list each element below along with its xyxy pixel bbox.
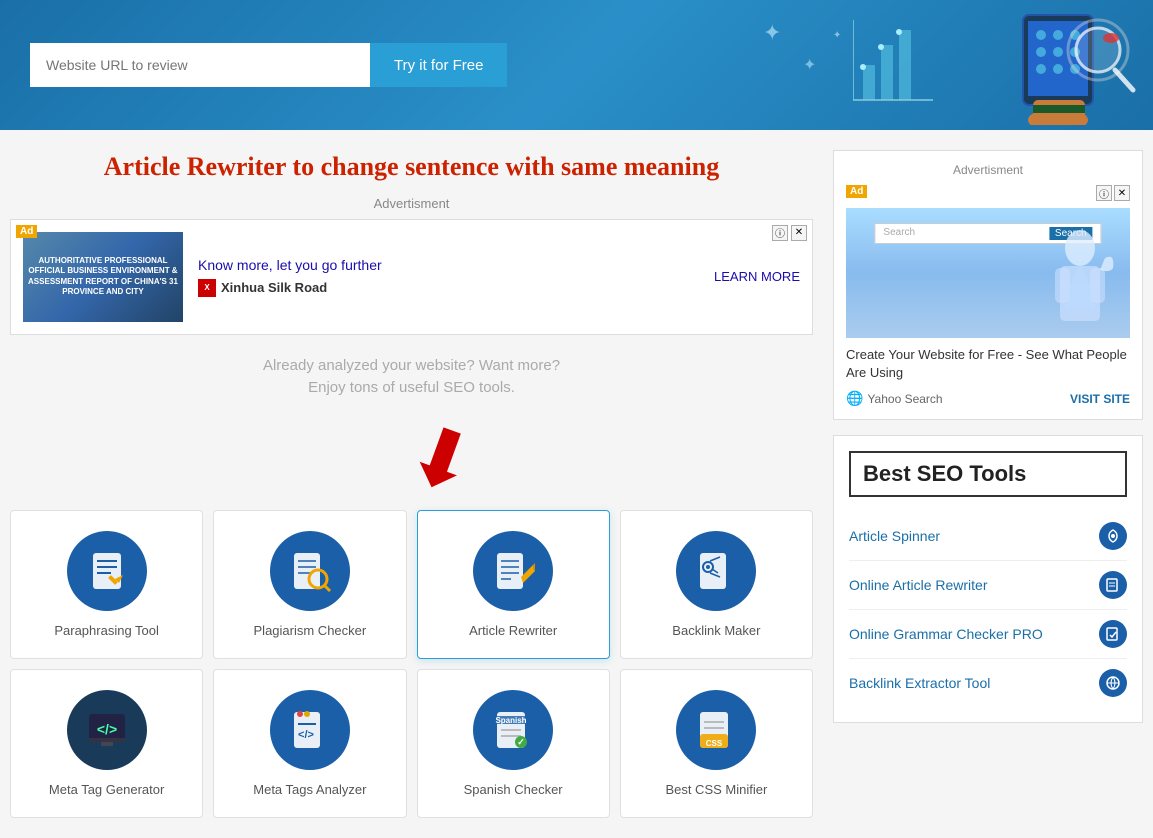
seo-tool-icon-rewriter xyxy=(1099,571,1127,599)
seo-tool-icon-grammar xyxy=(1099,620,1127,648)
tool-card-css[interactable]: CSS Best CSS Minifier xyxy=(620,669,813,818)
header: Try it for Free ✦ ✦ ✦ xyxy=(0,0,1153,130)
header-search-icon xyxy=(1043,10,1143,115)
content-right: Advertisment Ad ⓘ ✕ Search Search xyxy=(833,150,1143,818)
seo-tools-title: Best SEO Tools xyxy=(849,451,1127,497)
try-free-button[interactable]: Try it for Free xyxy=(370,43,507,87)
sidebar-ad-image: Search Search xyxy=(846,208,1130,338)
tool-card-backlink[interactable]: Backlink Maker xyxy=(620,510,813,659)
sidebar-ad-close-btn[interactable]: ✕ xyxy=(1114,185,1130,201)
sidebar-ad-footer: 🌐 Yahoo Search VISIT SITE xyxy=(846,390,1130,407)
tool-icon-spanish: Spanish ✓ xyxy=(473,690,553,770)
arrow-container: ⬇ xyxy=(10,420,813,500)
sidebar-ad: Advertisment Ad ⓘ ✕ Search Search xyxy=(833,150,1143,420)
red-arrow-icon: ⬇ xyxy=(396,411,486,509)
tool-card-paraphrasing[interactable]: Paraphrasing Tool xyxy=(10,510,203,659)
header-chart-icon xyxy=(853,5,1053,125)
seo-tool-link-rewriter[interactable]: Online Article Rewriter xyxy=(849,577,988,593)
tool-backlink-label: Backlink Maker xyxy=(672,623,760,638)
tools-grid: Paraphrasing Tool Plagiarism Checker xyxy=(10,510,813,818)
tool-rewriter-label: Article Rewriter xyxy=(469,623,557,638)
svg-text:CSS: CSS xyxy=(706,739,723,748)
sidebar-ad-caption: Create Your Website for Free - See What … xyxy=(846,346,1130,382)
tool-card-rewriter[interactable]: Article Rewriter xyxy=(417,510,610,659)
svg-text:Spanish: Spanish xyxy=(496,716,527,725)
sidebar-ad-source: 🌐 Yahoo Search xyxy=(846,390,943,407)
seo-tool-item-spinner[interactable]: Article Spinner xyxy=(849,512,1127,561)
tool-icon-paraphrase xyxy=(67,531,147,611)
sparkle-icon-2: ✦ xyxy=(803,55,816,75)
tool-card-plagiarism[interactable]: Plagiarism Checker xyxy=(213,510,406,659)
tool-css-label: Best CSS Minifier xyxy=(665,782,767,797)
tool-card-spanish[interactable]: Spanish ✓ Spanish Checker xyxy=(417,669,610,818)
tool-icon-backlink xyxy=(676,531,756,611)
tool-card-metatags[interactable]: </> Meta Tags Analyzer xyxy=(213,669,406,818)
ad-image: AUTHORITATIVE PROFESSIONAL OFFICIAL BUSI… xyxy=(23,232,183,322)
ad-label: Advertisment xyxy=(10,196,813,211)
header-search-area: Try it for Free xyxy=(30,43,507,87)
seo-tool-item-grammar[interactable]: Online Grammar Checker PRO xyxy=(849,610,1127,659)
ad-controls: ⓘ ✕ xyxy=(772,225,807,241)
sidebar-ad-info-btn[interactable]: ⓘ xyxy=(1096,185,1112,201)
tool-icon-metatags: </> xyxy=(270,690,350,770)
ad-image-text: AUTHORITATIVE PROFESSIONAL OFFICIAL BUSI… xyxy=(28,256,178,298)
sidebar-ad-label: Advertisment xyxy=(846,163,1130,177)
ad-banner[interactable]: Ad AUTHORITATIVE PROFESSIONAL OFFICIAL B… xyxy=(10,219,813,335)
seo-tool-link-spinner[interactable]: Article Spinner xyxy=(849,528,940,544)
sidebar-ad-source-name: Yahoo Search xyxy=(867,392,942,406)
tool-paraphrasing-label: Paraphrasing Tool xyxy=(54,623,159,638)
promo-text: Already analyzed your website? Want more… xyxy=(10,355,813,400)
header-decoration: ✦ ✦ ✦ xyxy=(703,0,1153,130)
svg-text:</>: </> xyxy=(298,729,314,741)
svg-text:</>: </> xyxy=(97,721,117,737)
sparkle-icon-3: ✦ xyxy=(833,30,841,41)
svg-text:✓: ✓ xyxy=(517,737,525,747)
ad-company-name: Xinhua Silk Road xyxy=(221,280,327,295)
sparkle-icon: ✦ xyxy=(763,20,781,46)
ad-badge: Ad xyxy=(16,225,37,238)
ad-content: Know more, let you go further X Xinhua S… xyxy=(198,257,699,297)
header-hand-icon xyxy=(1003,5,1123,130)
ad-company: X Xinhua Silk Road xyxy=(198,279,699,297)
sidebar-ad-badge: Ad xyxy=(846,185,867,198)
sidebar-ad-controls: ⓘ ✕ xyxy=(1096,185,1130,201)
tool-spanish-label: Spanish Checker xyxy=(464,782,563,797)
content-left: Article Rewriter to change sentence with… xyxy=(10,150,813,818)
ad-company-logo: X xyxy=(198,279,216,297)
page-title: Article Rewriter to change sentence with… xyxy=(10,150,813,184)
tool-metatag-label: Meta Tag Generator xyxy=(49,782,164,797)
ad-learn-more-link[interactable]: LEARN MORE xyxy=(714,269,800,284)
seo-tool-icon-spinner xyxy=(1099,522,1127,550)
url-input[interactable] xyxy=(30,43,370,87)
seo-tool-link-backlink[interactable]: Backlink Extractor Tool xyxy=(849,675,990,691)
seo-tool-item-rewriter[interactable]: Online Article Rewriter xyxy=(849,561,1127,610)
tool-icon-css: CSS xyxy=(676,690,756,770)
sidebar-ad-inner: Ad ⓘ ✕ Search Search xyxy=(846,185,1130,407)
tool-icon-plagiarism xyxy=(270,531,350,611)
tool-plagiarism-label: Plagiarism Checker xyxy=(254,623,367,638)
promo-area: Already analyzed your website? Want more… xyxy=(10,355,813,500)
main-content: Article Rewriter to change sentence with… xyxy=(0,130,1153,838)
seo-tool-icon-backlink xyxy=(1099,669,1127,697)
ad-info-button[interactable]: ⓘ xyxy=(772,225,788,241)
seo-tool-item-backlink[interactable]: Backlink Extractor Tool xyxy=(849,659,1127,707)
sidebar-ad-visit-btn[interactable]: VISIT SITE xyxy=(1070,392,1130,406)
tool-icon-metatag: </> xyxy=(67,690,147,770)
ad-link[interactable]: Know more, let you go further xyxy=(198,257,382,273)
tool-metatags-label: Meta Tags Analyzer xyxy=(253,782,366,797)
seo-tool-link-grammar[interactable]: Online Grammar Checker PRO xyxy=(849,626,1043,642)
globe-icon: 🌐 xyxy=(846,390,863,407)
tool-icon-rewriter xyxy=(473,531,553,611)
seo-tools-box: Best SEO Tools Article Spinner Online Ar… xyxy=(833,435,1143,723)
ad-close-button[interactable]: ✕ xyxy=(791,225,807,241)
tool-card-metatag[interactable]: </> Meta Tag Generator xyxy=(10,669,203,818)
